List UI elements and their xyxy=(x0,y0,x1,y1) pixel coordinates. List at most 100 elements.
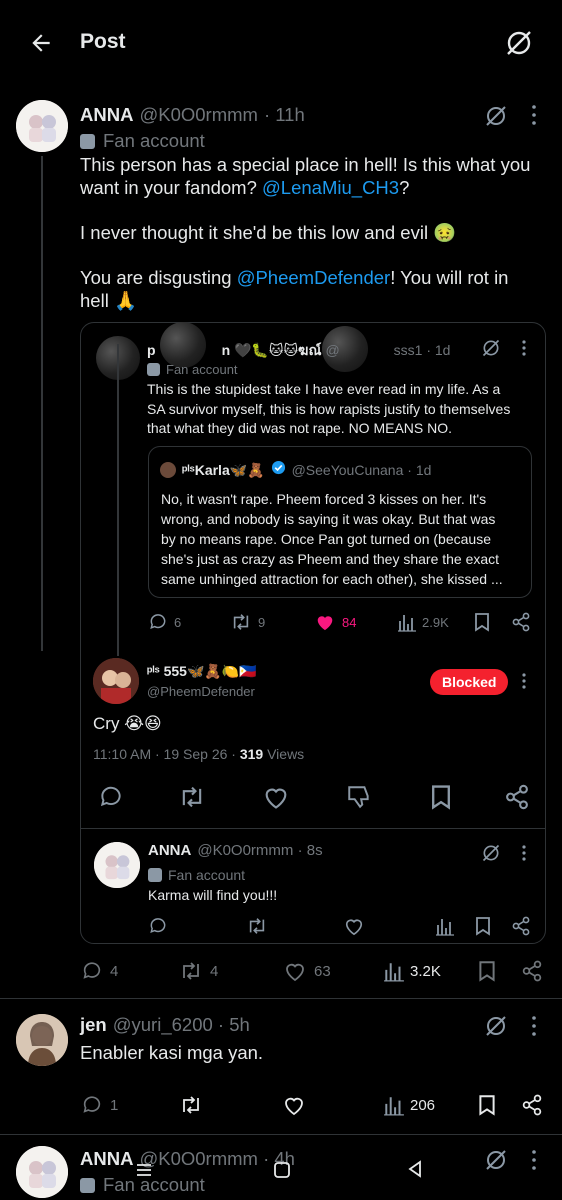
repost-button[interactable]: 4 xyxy=(178,960,218,982)
nav-back-icon[interactable] xyxy=(404,1158,426,1180)
reply-icon xyxy=(83,962,101,979)
fan-account-label: Fan account xyxy=(147,360,238,379)
analytics-icon xyxy=(398,615,416,632)
like-button[interactable]: 84 xyxy=(314,612,356,632)
nested-quote-header: ᵖˡˢKarla🦋🧸 @SeeYouCunana · 1d xyxy=(160,460,431,480)
avatar[interactable] xyxy=(16,1014,68,1066)
post-time: · 11h xyxy=(263,104,305,125)
blocked-button[interactable]: Blocked xyxy=(430,669,509,695)
heart-icon xyxy=(286,963,304,982)
author-name[interactable]: ANNA xyxy=(80,103,133,126)
author-handle[interactable]: @ xyxy=(325,340,339,360)
bookmark-icon[interactable] xyxy=(474,612,490,632)
more-options-icon[interactable] xyxy=(520,672,528,690)
post-header: ANNA @K0O0rmmm · 11h xyxy=(80,103,305,126)
author-name[interactable]: ANNA xyxy=(148,841,191,861)
grok-icon[interactable] xyxy=(481,843,501,863)
reply-icon[interactable] xyxy=(98,784,124,810)
repost-icon xyxy=(233,614,249,630)
author-handle[interactable]: @K0O0rmmm xyxy=(139,103,257,126)
author-handle[interactable]: @K0O0rmmm · 8s xyxy=(197,841,322,861)
bookmark-icon[interactable] xyxy=(430,784,452,810)
fan-account-icon xyxy=(80,1178,95,1193)
avatar[interactable] xyxy=(160,462,176,478)
analytics-icon xyxy=(384,1097,404,1116)
more-options-icon[interactable] xyxy=(520,844,528,862)
views-button[interactable]: 206 xyxy=(384,1094,435,1116)
reply-button[interactable]: 4 xyxy=(80,960,118,982)
repost-icon[interactable] xyxy=(246,916,268,936)
reply-text: Karma will find you!!! xyxy=(148,887,278,903)
avatar[interactable] xyxy=(93,658,139,704)
author-name[interactable]: jen xyxy=(80,1013,107,1036)
share-icon[interactable] xyxy=(511,612,531,632)
grok-icon[interactable] xyxy=(504,28,534,58)
dislike-icon[interactable] xyxy=(345,784,373,810)
repost-button[interactable]: 9 xyxy=(230,612,265,632)
heart-icon[interactable] xyxy=(282,1094,306,1116)
avatar[interactable] xyxy=(16,100,68,152)
more-options-icon[interactable] xyxy=(530,1015,538,1037)
grok-icon[interactable] xyxy=(484,1148,508,1172)
bookmark-icon[interactable] xyxy=(477,960,497,982)
analytics-icon[interactable] xyxy=(436,916,454,936)
divider xyxy=(80,828,546,829)
views-button[interactable]: 2.9K xyxy=(398,612,449,632)
author-name[interactable]: ANNA xyxy=(80,1147,133,1170)
mention-link[interactable]: @LenaMiu_CH3 xyxy=(262,177,399,198)
post-text: Cry 😭😆 xyxy=(93,714,162,733)
repost-icon[interactable] xyxy=(178,784,206,810)
post-time: sss1 · 1d xyxy=(393,342,451,358)
repost-icon xyxy=(183,962,199,980)
share-icon[interactable] xyxy=(504,784,530,810)
home-icon[interactable] xyxy=(272,1160,292,1180)
thread-line xyxy=(41,156,43,651)
recent-apps-icon[interactable] xyxy=(134,1160,154,1180)
bookmark-icon[interactable] xyxy=(475,916,491,936)
repost-icon[interactable] xyxy=(178,1094,204,1116)
grok-icon[interactable] xyxy=(481,338,501,358)
like-button[interactable]: 63 xyxy=(282,960,331,982)
bookmark-icon[interactable] xyxy=(477,1094,497,1116)
nested-quote-text: No, it wasn't rape. Pheem forced 3 kisse… xyxy=(161,491,503,587)
reply-count: 1 xyxy=(110,1096,119,1114)
reply-icon xyxy=(83,1096,101,1113)
quote-text: This is the stupidest take I have ever r… xyxy=(147,381,511,436)
fan-account-icon xyxy=(80,134,95,149)
quote-header: p n 🖤🐛🐱🐱ฆณ์ @ sss1 · 1d xyxy=(147,340,450,360)
more-options-icon[interactable] xyxy=(530,104,538,126)
author-name[interactable]: ᵖˡˢKarla🦋🧸 xyxy=(182,460,265,480)
author-name[interactable]: p xyxy=(147,340,156,360)
back-arrow-icon[interactable] xyxy=(28,30,54,56)
thread-line xyxy=(117,344,119,656)
author-handle[interactable]: @yuri_6200 · 5h xyxy=(113,1013,250,1036)
post-header: jen @yuri_6200 · 5h xyxy=(80,1013,250,1036)
top-bar: Post xyxy=(0,0,562,88)
heart-icon[interactable] xyxy=(262,784,290,810)
author-handle[interactable]: @SeeYouCunana · 1d xyxy=(292,460,432,480)
heart-icon xyxy=(317,616,333,631)
share-icon[interactable] xyxy=(521,960,543,982)
reply-button[interactable]: 6 xyxy=(148,612,181,632)
more-options-icon[interactable] xyxy=(520,339,528,357)
views-button[interactable]: 3.2K xyxy=(384,960,441,982)
more-options-icon[interactable] xyxy=(530,1149,538,1171)
reply-icon[interactable] xyxy=(148,916,168,936)
post-timestamp: 11:10 AM · 19 Sep 26 · 319 Views xyxy=(93,746,305,762)
author-name[interactable]: ᵖˡˢ 555🦋🧸🍋🇵🇭 xyxy=(147,661,257,681)
share-icon[interactable] xyxy=(511,916,531,936)
repost-count: 9 xyxy=(258,614,266,630)
avatar[interactable] xyxy=(94,842,140,888)
reply-button[interactable]: 1 xyxy=(80,1094,118,1116)
author-handle[interactable]: @PheemDefender xyxy=(147,682,255,701)
heart-icon[interactable] xyxy=(343,916,365,936)
author-name-tail[interactable]: n 🖤🐛🐱🐱ฆณ์ xyxy=(222,340,322,360)
grok-icon[interactable] xyxy=(484,104,508,128)
post-text: This person has a special place in hell!… xyxy=(80,154,531,311)
share-icon[interactable] xyxy=(521,1094,543,1116)
avatar[interactable] xyxy=(16,1146,68,1198)
mention-link[interactable]: @PheemDefender xyxy=(237,267,391,288)
reply-icon xyxy=(150,614,166,630)
grok-icon[interactable] xyxy=(484,1014,508,1038)
divider xyxy=(0,1134,562,1135)
